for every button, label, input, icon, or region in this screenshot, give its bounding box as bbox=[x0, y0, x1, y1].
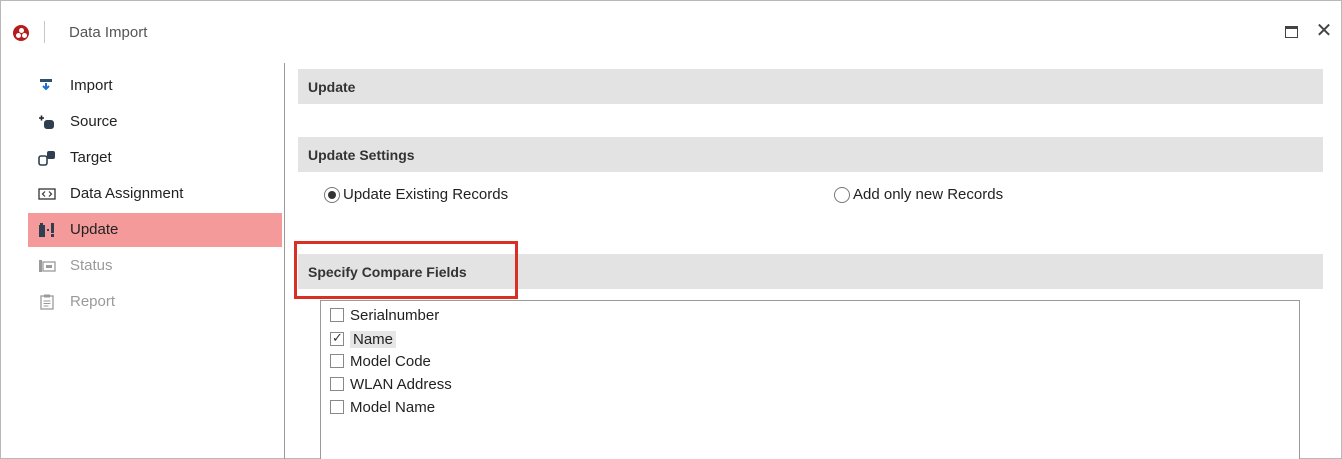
status-icon bbox=[39, 260, 56, 272]
sidebar-item-source[interactable]: Source bbox=[28, 105, 282, 139]
sidebar-item-import[interactable]: Import bbox=[28, 69, 282, 103]
update-icon bbox=[39, 223, 54, 237]
radio-add-new-label: Add only new Records bbox=[853, 186, 1004, 203]
radio-unselected-indicator[interactable] bbox=[834, 186, 850, 203]
list-item-model-code[interactable]: Model Code bbox=[330, 350, 431, 372]
radio-update-existing-records[interactable]: Update Existing Records bbox=[324, 186, 508, 203]
title-separator bbox=[44, 21, 45, 43]
list-item-serialnumber[interactable]: Serialnumber bbox=[330, 304, 439, 326]
highlight-box bbox=[294, 241, 518, 299]
data-import-window: Data Import ✕ Import Source Target Data … bbox=[0, 0, 1342, 459]
sidebar: Import Source Target Data Assignment Upd… bbox=[1, 63, 283, 459]
radio-update-existing-label: Update Existing Records bbox=[343, 186, 509, 203]
maximize-button[interactable] bbox=[1285, 26, 1298, 38]
sidebar-item-data-assignment[interactable]: Data Assignment bbox=[28, 177, 282, 211]
report-icon bbox=[40, 294, 54, 310]
data-assignment-icon bbox=[38, 188, 56, 200]
sidebar-item-status: Status bbox=[28, 249, 282, 283]
compare-fields-list[interactable]: Serialnumber Name Model Code WLAN Addres… bbox=[320, 300, 1300, 459]
sidebar-divider bbox=[284, 63, 285, 459]
target-icon bbox=[38, 151, 55, 166]
window-title: Data Import bbox=[69, 24, 148, 41]
checkbox-serialnumber[interactable] bbox=[330, 308, 344, 322]
list-item-name[interactable]: Name bbox=[330, 328, 397, 350]
sidebar-item-report: Report bbox=[28, 285, 282, 319]
sidebar-item-target[interactable]: Target bbox=[28, 141, 282, 175]
list-item-wlan-address[interactable]: WLAN Address bbox=[330, 373, 452, 395]
close-button[interactable]: ✕ bbox=[1313, 20, 1335, 42]
sidebar-item-update[interactable]: Update bbox=[28, 213, 282, 247]
radio-add-only-new-records[interactable]: Add only new Records bbox=[834, 186, 1003, 203]
update-section-header: Update bbox=[298, 69, 1323, 104]
list-item-model-name[interactable]: Model Name bbox=[330, 396, 435, 418]
import-icon bbox=[40, 79, 52, 91]
checkbox-model-code[interactable] bbox=[330, 354, 344, 368]
checkbox-wlan-address[interactable] bbox=[330, 377, 344, 391]
update-settings-label: Update Settings bbox=[308, 147, 415, 163]
checkbox-name[interactable] bbox=[330, 330, 344, 346]
title-bar: Data Import ✕ bbox=[1, 1, 1341, 63]
source-icon bbox=[39, 115, 54, 129]
checkbox-model-name[interactable] bbox=[330, 400, 344, 414]
app-logo-icon bbox=[13, 25, 29, 41]
radio-selected-indicator[interactable] bbox=[324, 186, 340, 203]
update-settings-header: Update Settings bbox=[298, 137, 1323, 172]
update-header-label: Update bbox=[308, 79, 356, 95]
